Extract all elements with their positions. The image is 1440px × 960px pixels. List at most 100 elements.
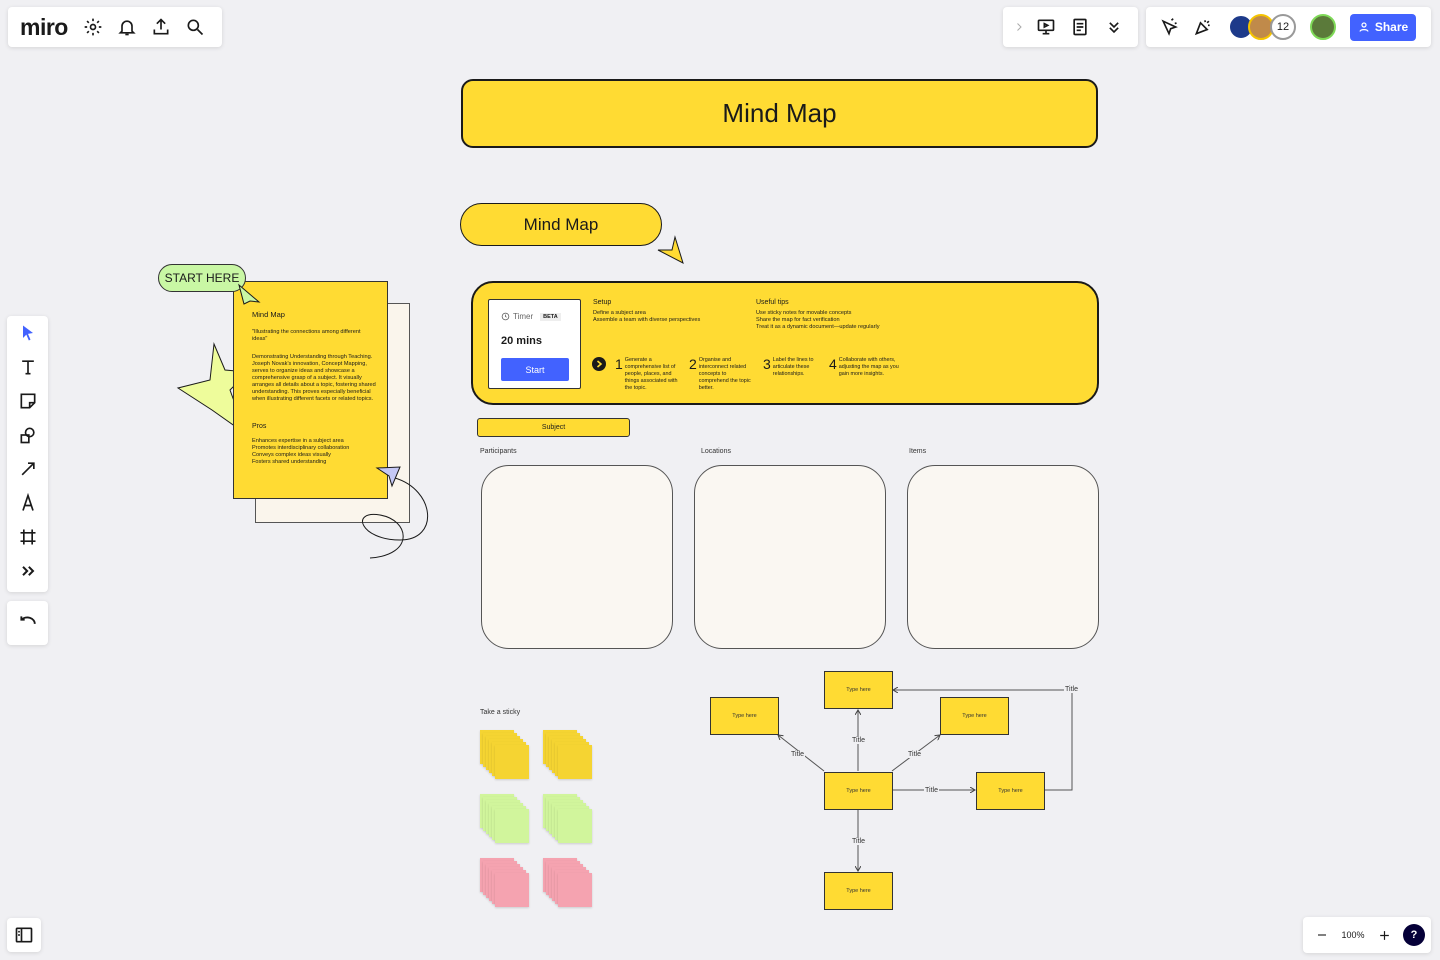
start-here-text: START HERE [164,271,240,285]
presentation-icon[interactable] [1029,10,1063,44]
edge-label[interactable]: Title [907,751,922,758]
step-text: Organise and interconnect related concep… [698,357,751,391]
select-cursor-icon[interactable] [11,316,45,350]
setup-line: Assemble a team with diverse perspective… [593,317,701,323]
step-4: 4 Collaborate with others, adjusting the… [829,357,901,378]
lavender-arrow-cursor-shape[interactable] [375,465,403,489]
pros-item: Conveys complex ideas visually [252,452,331,458]
zoom-level[interactable]: 100% [1333,930,1373,940]
connection-line-icon[interactable] [11,452,45,486]
edge-label[interactable]: Title [851,737,866,744]
node-text: Type here [732,713,757,719]
pros-item: Fosters shared understanding [252,459,327,465]
undo-icon[interactable] [11,606,45,640]
sticky-pad-green-1[interactable] [480,794,530,844]
mindmap-node-right[interactable]: Type here [976,772,1045,810]
current-user-avatar[interactable] [1310,14,1336,40]
reactions-cursor-icon[interactable] [1152,10,1186,44]
zoom-in-plus-icon[interactable] [1373,918,1395,952]
edge-label[interactable]: Title [851,838,866,845]
more-tools-chevrons-icon[interactable] [11,554,45,588]
chevron-right-icon[interactable] [1009,10,1029,44]
mindmap-node-top[interactable]: Type here [824,671,893,709]
frame-icon[interactable] [11,520,45,554]
tips-line: Use sticky notes for movable concepts [756,310,852,316]
sticky-pad-yellow-2[interactable] [543,730,593,780]
notes-document-icon[interactable] [1063,10,1097,44]
share-button[interactable]: Share [1350,13,1416,41]
take-sticky-label: Take a sticky [480,709,521,716]
mind-map-info-card[interactable]: Mind Map "Illustrating the connections a… [233,281,388,499]
share-label: Share [1374,20,1409,34]
help-button[interactable]: ? [1403,924,1425,946]
top-center-right-toolbar [1003,7,1138,47]
items-area[interactable] [907,465,1099,649]
tips-section: Useful tips Use sticky notes for movable… [756,299,880,331]
top-right-collab-toolbar: 12 Share [1146,7,1431,47]
chevron-double-down-icon[interactable] [1097,10,1131,44]
users-count-badge[interactable]: 12 [1270,14,1296,40]
celebrate-confetti-icon[interactable] [1186,10,1220,44]
sticky-pad-yellow-1[interactable] [480,730,530,780]
mindmap-node-bottom[interactable]: Type here [824,872,893,910]
step-text: Generate a comprehensive list of people,… [624,357,678,391]
play-circle-icon [592,357,606,371]
miro-logo[interactable]: miro [20,14,68,41]
text-tool-icon[interactable] [11,350,45,384]
collaborator-avatars[interactable]: 12 [1228,14,1298,40]
tips-line: Share the map for fact verification [756,317,840,323]
pen-icon[interactable] [11,486,45,520]
sticky-pad-pink-2[interactable] [543,858,593,908]
step-2: 2 Organise and interconnect related conc… [689,357,751,392]
pros-list: Enhances expertise in a subject area Pro… [252,438,377,466]
card-quote: "Illustrating the connections among diff… [252,329,361,342]
edge-label[interactable]: Title [1064,686,1079,693]
mindmap-node-left[interactable]: Type here [710,697,779,735]
setup-line: Define a subject area [593,310,646,316]
subtitle-pill[interactable]: Mind Map [460,203,662,246]
zoom-out-minus-icon[interactable] [1311,918,1333,952]
notifications-bell-icon[interactable] [110,10,144,44]
timer-start-button[interactable]: Start [501,358,569,381]
search-icon[interactable] [178,10,212,44]
board-panel-toggle [7,918,41,952]
green-arrow-cursor-shape[interactable] [236,282,262,306]
card-title: Mind Map [252,310,285,319]
step-number: 3 [763,356,771,372]
card-body: Demonstrating Understanding through Teac… [252,354,376,402]
column-label-items: Items [909,448,927,455]
shapes-icon[interactable] [11,418,45,452]
step-text: Collaborate with others, adjusting the m… [838,357,899,377]
timer-widget[interactable]: Timer BETA 20 mins Start [488,299,581,389]
subject-tag[interactable]: Subject [477,418,630,437]
beta-badge: BETA [540,312,561,321]
pros-item: Promotes interdisciplinary collaboration [252,445,350,451]
mindmap-node-center[interactable]: Type here [824,772,893,810]
sticky-note-icon[interactable] [11,384,45,418]
mindmap-node-right-upper[interactable]: Type here [940,697,1009,735]
instructions-box[interactable]: Timer BETA 20 mins Start Setup Define a … [471,281,1099,405]
step-number: 4 [829,356,837,372]
step-1: 1 Generate a comprehensive list of peopl… [615,357,681,392]
step-number: 2 [689,356,697,372]
top-left-toolbar: miro [8,7,222,47]
pros-title: Pros [252,423,267,430]
start-here-label[interactable]: START HERE [158,264,246,292]
subject-label: Subject [541,424,566,431]
sidebar-panel-icon[interactable] [7,918,41,952]
edge-label[interactable]: Title [790,751,805,758]
sticky-pad-green-2[interactable] [543,794,593,844]
timer-label: Timer [513,312,534,321]
clock-icon [501,312,510,321]
edge-label[interactable]: Title [924,787,939,794]
main-title-banner[interactable]: Mind Map [461,79,1098,148]
yellow-arrow-cursor-shape[interactable] [654,234,686,266]
export-upload-icon[interactable] [144,10,178,44]
sticky-pad-pink-1[interactable] [480,858,530,908]
settings-gear-icon[interactable] [76,10,110,44]
participants-area[interactable] [481,465,673,649]
zoom-controls: 100% ? [1303,917,1431,953]
locations-area[interactable] [694,465,886,649]
step-3: 3 Label the lines to articulate these re… [763,357,819,378]
setup-section: Setup Define a subject area Assemble a t… [593,299,700,324]
